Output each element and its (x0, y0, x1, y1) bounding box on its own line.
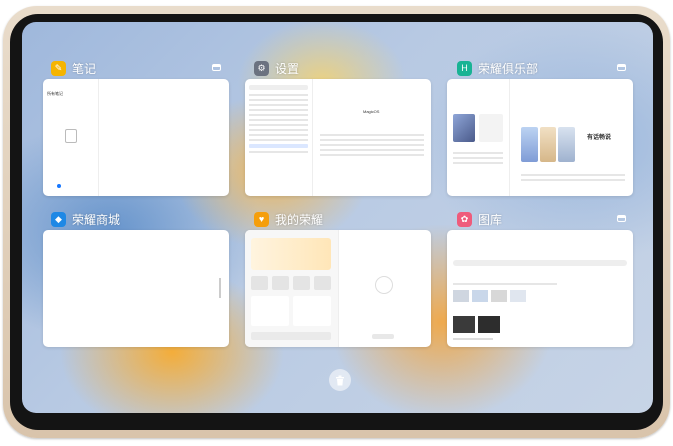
trash-icon (336, 375, 344, 385)
settings-detail-list (320, 131, 424, 159)
card-title-honor-club: 荣耀俱乐部 (478, 61, 539, 76)
card-title-settings: 设置 (275, 61, 300, 76)
card-header-notes[interactable]: ✎ 笔记 (51, 60, 96, 76)
recent-apps-screen: ✎ 笔记 所有笔记 ⚙ 设置 MagicOS H 荣耀俱乐部 有话畅说 ◆ 荣耀… (22, 22, 653, 413)
new-note-icon (57, 184, 61, 188)
mall-side-label (219, 278, 221, 298)
notes-app-icon: ✎ (51, 60, 66, 76)
card-title-my-honor: 我的荣耀 (275, 212, 324, 227)
gallery-thumbnails (453, 290, 526, 302)
card-header-honor-club[interactable]: H 荣耀俱乐部 (457, 60, 538, 76)
magicos-brand: MagicOS (363, 109, 380, 114)
app-card-notes[interactable]: 所有笔记 (43, 79, 229, 196)
club-feed-column (447, 79, 510, 196)
card-header-gallery[interactable]: ✿ 图库 (457, 211, 502, 227)
app-card-honor-mall[interactable] (43, 230, 229, 347)
my-honor-home (245, 230, 339, 347)
window-mode-icon[interactable] (617, 215, 626, 222)
card-header-honor-mall[interactable]: ◆ 荣耀商城 (51, 211, 120, 227)
my-honor-placeholder-icon (375, 276, 393, 294)
app-card-my-honor[interactable] (245, 230, 431, 347)
settings-gear-icon: ⚙ (254, 60, 269, 76)
notes-folder-label: 所有笔记 (47, 91, 63, 96)
card-title-honor-mall: 荣耀商城 (72, 212, 121, 227)
card-header-my-honor[interactable]: ♥ 我的荣耀 (254, 211, 323, 227)
gallery-search-bar (453, 260, 627, 266)
empty-note-icon (65, 129, 77, 143)
card-title-notes: 笔记 (72, 61, 97, 76)
window-mode-icon[interactable] (212, 64, 221, 71)
app-card-gallery[interactable] (447, 230, 633, 347)
card-header-settings[interactable]: ⚙ 设置 (254, 60, 299, 76)
app-card-settings[interactable]: MagicOS (245, 79, 431, 196)
club-promo-text: 有话畅说 (587, 135, 612, 141)
selected-settings-item (249, 144, 308, 148)
notes-sidebar: 所有笔记 (43, 79, 99, 196)
honor-mall-icon: ◆ (51, 211, 66, 227)
my-honor-button (372, 334, 394, 339)
gallery-icon: ✿ (457, 211, 472, 227)
card-title-gallery: 图库 (478, 212, 503, 227)
gallery-photo-grid (453, 316, 500, 333)
app-card-honor-club[interactable]: 有话畅说 (447, 79, 633, 196)
clear-all-button[interactable] (329, 369, 351, 391)
club-phone-image (521, 127, 576, 162)
window-mode-icon[interactable] (617, 64, 626, 71)
honor-club-icon: H (457, 60, 472, 76)
my-honor-icon: ♥ (254, 211, 269, 227)
settings-sidebar (245, 79, 313, 196)
